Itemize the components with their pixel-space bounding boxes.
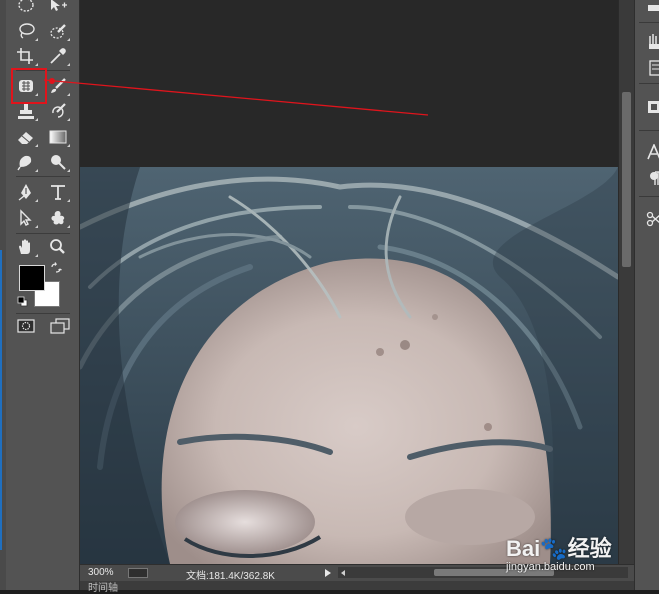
hand-icon (19, 239, 30, 254)
panel-icon-character[interactable] (635, 141, 659, 163)
watermark-url: jingyan.baidu.com (506, 561, 595, 573)
gradient-icon (49, 130, 67, 144)
eraser-tool[interactable] (13, 126, 39, 148)
hand-tool[interactable] (13, 236, 39, 258)
scissors-icon (646, 211, 659, 227)
move-icon (51, 0, 67, 11)
history-brush-icon (52, 103, 66, 118)
panel-icon-tools[interactable] (635, 208, 659, 230)
type-tool[interactable] (45, 181, 71, 203)
paragraph-icon (650, 171, 659, 185)
blur-tool[interactable] (13, 151, 39, 173)
default-colors-icon[interactable] (17, 296, 28, 307)
crop-icon (17, 48, 33, 64)
zoom-level[interactable]: 300% (88, 567, 114, 578)
watermark-logo: Bai🐾经验 (506, 536, 612, 561)
panel-grid-icon (648, 5, 659, 11)
rectangular-marquee-tool[interactable] (13, 0, 39, 16)
path-selection-tool[interactable] (13, 207, 39, 229)
vertical-scroll-thumb[interactable] (622, 92, 631, 267)
panel-icon-clone-source[interactable] (635, 57, 659, 79)
magnifier-icon (50, 239, 65, 254)
lasso-tool[interactable] (13, 20, 39, 42)
dodge-icon (51, 155, 66, 170)
quick-selection-icon (50, 24, 66, 39)
gradient-tool[interactable] (45, 126, 71, 148)
zoom-tool[interactable] (45, 236, 71, 258)
brush-tool[interactable] (45, 75, 71, 97)
eyedropper-icon (50, 48, 66, 64)
foreground-color-swatch[interactable] (19, 265, 45, 291)
panel-icon-history[interactable] (635, 0, 659, 22)
tools-panel (6, 0, 80, 590)
vertical-scrollbar[interactable] (618, 0, 634, 564)
path-select-icon (20, 209, 32, 226)
panel-icon-paragraph[interactable] (635, 167, 659, 189)
type-icon (51, 185, 65, 200)
quick-selection-tool[interactable] (45, 20, 71, 42)
accent-bar (0, 250, 2, 550)
timeline-panel-tab[interactable]: 时间轴 (80, 581, 634, 594)
forehead-photo (80, 167, 618, 564)
screen-mode-icon[interactable] (49, 318, 71, 334)
eraser-icon (18, 132, 33, 144)
character-icon (647, 144, 659, 160)
tool-highlight-box (11, 68, 47, 104)
status-navigator-button[interactable] (128, 568, 148, 578)
move-tool[interactable] (45, 0, 71, 16)
custom-shape-tool[interactable] (45, 207, 71, 229)
smudge-icon (17, 155, 32, 171)
panel-dock (634, 0, 659, 590)
document-size-info: 文档:181.4K/362.8K (186, 571, 275, 582)
panel-icon-brush[interactable] (635, 31, 659, 53)
scroll-left-icon[interactable] (341, 570, 345, 576)
timeline-tab-label: 时间轴 (88, 583, 118, 594)
document-photo (80, 167, 618, 564)
brush-icon (51, 78, 66, 93)
baidu-jingyan-watermark: Bai🐾经验 jingyan.baidu.com (506, 531, 622, 577)
history-brush-tool[interactable] (45, 100, 71, 122)
brush-preset-icon (649, 34, 659, 49)
panel-icon-tool-presets[interactable] (635, 96, 659, 118)
status-menu-arrow-icon[interactable] (325, 569, 331, 577)
pen-icon (18, 184, 31, 201)
marquee-icon (18, 0, 34, 12)
stamp-icon (18, 103, 34, 119)
quick-mask-icon[interactable] (17, 319, 35, 333)
lasso-icon (19, 23, 35, 39)
swap-colors-icon[interactable] (50, 262, 62, 274)
clone-source-icon (649, 60, 659, 76)
eyedropper-tool[interactable] (45, 45, 71, 67)
crop-tool[interactable] (13, 45, 39, 67)
pen-tool[interactable] (13, 181, 39, 203)
tool-presets-icon (648, 101, 659, 113)
dodge-tool[interactable] (45, 151, 71, 173)
shape-icon (51, 211, 65, 225)
